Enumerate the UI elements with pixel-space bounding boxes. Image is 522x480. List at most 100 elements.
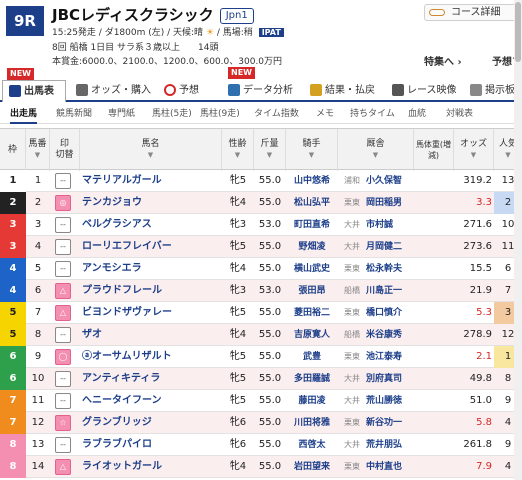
table-row[interactable]: 6 9 ◯ ⓐオーサムリザルト 牝5 55.0 武豊 栗東 池江泰寿 2.1 1 bbox=[0, 346, 522, 368]
mark-icon[interactable]: -- bbox=[55, 239, 71, 255]
odds-value[interactable]: 7.9 bbox=[452, 456, 492, 478]
mark-selector[interactable]: -- bbox=[50, 258, 76, 280]
tab-video[interactable]: レース映像 bbox=[388, 80, 462, 102]
mark-selector[interactable]: -- bbox=[50, 368, 76, 390]
horse-name-link[interactable]: ライオットガール bbox=[82, 456, 222, 478]
mark-icon[interactable]: ◯ bbox=[55, 349, 71, 365]
jockey-link[interactable]: 張田昂 bbox=[286, 280, 338, 302]
odds-value[interactable]: 21.9 bbox=[452, 280, 492, 302]
subnav-umabashira9[interactable]: 馬柱(9走) bbox=[200, 104, 240, 124]
jockey-link[interactable]: 西啓太 bbox=[286, 434, 338, 456]
table-row[interactable]: 8 14 △ ライオットガール 牝4 55.0 岩田望来 栗東 中村直也 7.9 4 bbox=[0, 456, 522, 478]
tab-yosou[interactable]: 予想 bbox=[160, 80, 218, 102]
mark-icon[interactable]: -- bbox=[55, 371, 71, 387]
mark-icon[interactable]: △ bbox=[55, 283, 71, 299]
odds-value[interactable]: 271.6 bbox=[452, 214, 492, 236]
table-row[interactable]: 5 8 -- ザオ 牝4 55.0 吉原寛人 船橋 米谷康秀 278.9 12 bbox=[0, 324, 522, 346]
subnav-mochi-time[interactable]: 持ちタイム bbox=[350, 104, 395, 124]
horse-name-link[interactable]: ⓐオーサムリザルト bbox=[82, 346, 222, 368]
mark-selector[interactable]: △ bbox=[50, 280, 76, 302]
jockey-link[interactable]: 野畑凌 bbox=[286, 236, 338, 258]
jockey-link[interactable]: 吉原寛人 bbox=[286, 324, 338, 346]
special-link[interactable]: 特集へ › bbox=[424, 53, 462, 68]
subnav-shinbun[interactable]: 競馬新聞 bbox=[56, 104, 92, 124]
mark-icon[interactable]: △ bbox=[55, 305, 71, 321]
subnav-time-index[interactable]: タイム指数 bbox=[254, 104, 299, 124]
subnav-shussou[interactable]: 出走馬 bbox=[10, 104, 38, 124]
mark-selector[interactable]: -- bbox=[50, 236, 76, 258]
table-row[interactable]: 8 13 -- ラブラブパイロ 牝6 55.0 西啓太 大井 荒井朋弘 261.8 9 bbox=[0, 434, 522, 456]
table-row[interactable]: 4 5 -- アンモシエラ 牝4 55.0 横山武史 栗東 松永幹夫 15.5 6 bbox=[0, 258, 522, 280]
trainer-link[interactable]: 米谷康秀 bbox=[366, 324, 412, 346]
trainer-link[interactable]: 荒井朋弘 bbox=[366, 434, 412, 456]
horse-name-link[interactable]: プラウドフレール bbox=[82, 280, 222, 302]
jockey-link[interactable]: 武豊 bbox=[286, 346, 338, 368]
mark-selector[interactable]: △ bbox=[50, 456, 76, 478]
table-row[interactable]: 7 12 ☆ グランブリッジ 牝6 55.0 川田将雅 栗東 新谷功一 5.8 4 bbox=[0, 412, 522, 434]
trainer-link[interactable]: 荒山勝徳 bbox=[366, 390, 412, 412]
odds-value[interactable]: 5.3 bbox=[452, 302, 492, 324]
course-detail-button[interactable]: コース詳細 bbox=[424, 4, 520, 21]
odds-value[interactable]: 2.1 bbox=[452, 346, 492, 368]
scrollbar-thumb[interactable] bbox=[515, 2, 521, 62]
table-row[interactable]: 2 2 ◎ テンカジョウ 牝4 55.0 松山弘平 栗東 岡田稲男 3.3 2 bbox=[0, 192, 522, 214]
mark-icon[interactable]: -- bbox=[55, 173, 71, 189]
horse-name-link[interactable]: アンモシエラ bbox=[82, 258, 222, 280]
mark-icon[interactable]: -- bbox=[55, 327, 71, 343]
tab-result[interactable]: 結果・払戻 bbox=[306, 80, 380, 102]
jockey-link[interactable]: 松山弘平 bbox=[286, 192, 338, 214]
subnav-taisen[interactable]: 対戦表 bbox=[446, 104, 473, 124]
mark-selector[interactable]: ☆ bbox=[50, 412, 76, 434]
jockey-link[interactable]: 山中悠希 bbox=[286, 170, 338, 192]
table-row[interactable]: 3 3 -- ベルグラシアス 牝3 53.0 町田直希 大井 市村誠 271.6 10 bbox=[0, 214, 522, 236]
odds-value[interactable]: 273.6 bbox=[452, 236, 492, 258]
trainer-link[interactable]: 中村直也 bbox=[366, 456, 412, 478]
trainer-link[interactable]: 池江泰寿 bbox=[366, 346, 412, 368]
col-trainer[interactable]: 厩舎 ▼ bbox=[338, 129, 414, 171]
scrollbar[interactable] bbox=[514, 0, 522, 480]
table-row[interactable]: 1 1 -- マテリアルガール 牝5 55.0 山中悠希 浦和 小久保智 319.2 13 bbox=[0, 170, 522, 192]
jockey-link[interactable]: 藤田凌 bbox=[286, 390, 338, 412]
mark-icon[interactable]: -- bbox=[55, 217, 71, 233]
odds-value[interactable]: 319.2 bbox=[452, 170, 492, 192]
mark-selector[interactable]: -- bbox=[50, 214, 76, 236]
trainer-link[interactable]: 岡田稲男 bbox=[366, 192, 412, 214]
subnav-blood[interactable]: 血統 bbox=[408, 104, 426, 124]
tab-shutsuba[interactable]: NEW 出馬表 bbox=[2, 68, 66, 102]
mark-selector[interactable]: △ bbox=[50, 302, 76, 324]
table-row[interactable]: 6 10 -- アンティキティラ 牝5 55.0 多田羅誠 大井 別府真司 49.8 8 bbox=[0, 368, 522, 390]
jockey-link[interactable]: 川田将雅 bbox=[286, 412, 338, 434]
mark-selector[interactable]: ◯ bbox=[50, 346, 76, 368]
mark-selector[interactable]: -- bbox=[50, 390, 76, 412]
horse-name-link[interactable]: ザオ bbox=[82, 324, 222, 346]
col-umaban[interactable]: 馬番 ▼ bbox=[26, 129, 50, 171]
trainer-link[interactable]: 月岡健二 bbox=[366, 236, 412, 258]
trainer-link[interactable]: 新谷功一 bbox=[366, 412, 412, 434]
horse-name-link[interactable]: ローリエフレイバー bbox=[82, 236, 222, 258]
col-jockey[interactable]: 騎手 ▼ bbox=[286, 129, 338, 171]
col-odds[interactable]: オッズ ▼ bbox=[454, 129, 494, 171]
mark-icon[interactable]: -- bbox=[55, 393, 71, 409]
table-row[interactable]: 7 11 -- ヘニータイフーン 牝5 55.0 藤田凌 大井 荒山勝徳 51.0 9 bbox=[0, 390, 522, 412]
jockey-link[interactable]: 町田直希 bbox=[286, 214, 338, 236]
mark-icon[interactable]: ☆ bbox=[55, 415, 71, 431]
tab-odds[interactable]: オッズ・購入 bbox=[72, 80, 152, 102]
mark-selector[interactable]: -- bbox=[50, 170, 76, 192]
trainer-link[interactable]: 川島正一 bbox=[366, 280, 412, 302]
odds-value[interactable]: 5.8 bbox=[452, 412, 492, 434]
trainer-link[interactable]: 別府真司 bbox=[366, 368, 412, 390]
odds-value[interactable]: 49.8 bbox=[452, 368, 492, 390]
horse-name-link[interactable]: テンカジョウ bbox=[82, 192, 222, 214]
trainer-link[interactable]: 市村誠 bbox=[366, 214, 412, 236]
jockey-link[interactable]: 菱田裕二 bbox=[286, 302, 338, 324]
col-weight[interactable]: 斤量 ▼ bbox=[254, 129, 286, 171]
subnav-senmonshi[interactable]: 専門紙 bbox=[108, 104, 135, 124]
subnav-memo[interactable]: メモ bbox=[316, 104, 334, 124]
mark-selector[interactable]: -- bbox=[50, 324, 76, 346]
odds-value[interactable]: 3.3 bbox=[452, 192, 492, 214]
mark-selector[interactable]: -- bbox=[50, 434, 76, 456]
jockey-link[interactable]: 岩田望来 bbox=[286, 456, 338, 478]
table-row[interactable]: 3 4 -- ローリエフレイバー 牝5 55.0 野畑凌 大井 月岡健二 273.6 11 bbox=[0, 236, 522, 258]
table-row[interactable]: 4 6 △ プラウドフレール 牝3 53.0 張田昂 船橋 川島正一 21.9 7 bbox=[0, 280, 522, 302]
mark-icon[interactable]: -- bbox=[55, 261, 71, 277]
